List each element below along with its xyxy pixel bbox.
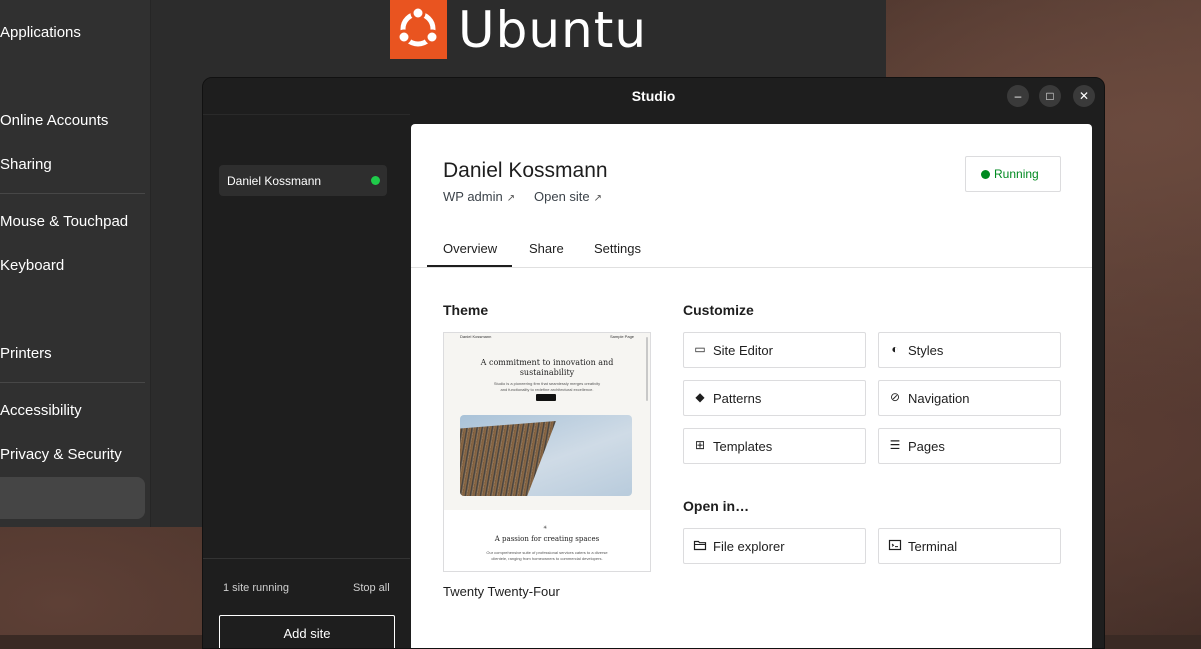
- settings-item-applications[interactable]: Applications: [0, 24, 145, 41]
- file-explorer-button[interactable]: File explorer: [683, 528, 866, 564]
- preview-asterisk-icon: ✳: [543, 525, 548, 531]
- settings-item-printers[interactable]: Printers: [0, 345, 145, 362]
- open-site-label: Open site: [534, 189, 590, 204]
- site-running-indicator: [371, 176, 380, 185]
- sidebar-footer-divider: [203, 558, 410, 559]
- ubuntu-logo-icon: [390, 0, 447, 59]
- compass-icon: ⊘: [889, 390, 901, 404]
- studio-window: Studio – □ ✕ Daniel Kossmann 1 site runn…: [202, 77, 1105, 649]
- theme-preview[interactable]: Daniel Kossmann Sample Page A commitment…: [443, 332, 651, 572]
- maximize-button[interactable]: □: [1039, 85, 1061, 107]
- tab-divider: [411, 267, 1092, 268]
- sidebar-site-name: Daniel Kossmann: [227, 174, 322, 188]
- running-status-label: Running: [994, 167, 1039, 181]
- laptop-icon: ▭: [694, 342, 706, 356]
- open-site-link[interactable]: Open site ↗: [534, 189, 602, 204]
- sidebar-site-item[interactable]: Daniel Kossmann: [219, 165, 387, 196]
- contrast-icon: ◐: [891, 342, 899, 356]
- templates-button[interactable]: ⊞ Templates: [683, 428, 866, 464]
- settings-sidebar-selected-item[interactable]: [0, 477, 145, 519]
- terminal-button[interactable]: Terminal: [878, 528, 1061, 564]
- open-in-heading: Open in…: [683, 498, 750, 514]
- settings-item-keyboard[interactable]: Keyboard: [0, 257, 145, 274]
- navigation-label: Navigation: [908, 391, 970, 406]
- preview-subheading: A passion for creating spaces: [494, 535, 600, 543]
- preview-nav-link: Sample Page: [610, 334, 635, 339]
- settings-item-sharing[interactable]: Sharing: [0, 156, 145, 173]
- settings-item-accessibility[interactable]: Accessibility: [0, 402, 145, 419]
- title-bar[interactable]: Studio – □ ✕: [203, 78, 1104, 114]
- window-title: Studio: [631, 88, 676, 104]
- tab-share[interactable]: Share: [529, 241, 564, 256]
- theme-heading: Theme: [443, 302, 489, 318]
- running-status-button[interactable]: Running: [965, 156, 1061, 192]
- site-overview-panel: Daniel Kossmann WP admin ↗ Open site ↗ Run…: [411, 124, 1092, 648]
- add-site-button[interactable]: Add site: [219, 615, 395, 648]
- close-button[interactable]: ✕: [1073, 85, 1095, 107]
- styles-label: Styles: [908, 343, 944, 358]
- pages-label: Pages: [908, 439, 945, 454]
- preview-body-text: Studio is a pioneering firm that seamles…: [493, 381, 601, 392]
- preview-button: [536, 394, 556, 401]
- settings-item-privacy-security[interactable]: Privacy & Security: [0, 446, 145, 463]
- minimize-button[interactable]: –: [1007, 85, 1029, 107]
- preview-headline: A commitment to innovation and sustainab…: [480, 358, 614, 377]
- file-explorer-label: File explorer: [713, 539, 785, 554]
- settings-sidebar: Applications Online Accounts Sharing Mou…: [0, 0, 151, 527]
- layout-icon: ⊞: [694, 438, 706, 452]
- patterns-button[interactable]: ◆ Patterns: [683, 380, 866, 416]
- folder-icon: [693, 538, 707, 552]
- preview-scrollbar: [646, 337, 648, 401]
- site-title: Daniel Kossmann: [443, 159, 608, 182]
- customize-heading: Customize: [683, 302, 754, 318]
- stop-all-button[interactable]: Stop all: [353, 582, 390, 594]
- wp-admin-link[interactable]: WP admin ↗: [443, 189, 515, 204]
- theme-name: Twenty Twenty-Four: [443, 584, 560, 599]
- navigation-button[interactable]: ⊘ Navigation: [878, 380, 1061, 416]
- wp-admin-label: WP admin: [443, 189, 503, 204]
- settings-item-online-accounts[interactable]: Online Accounts: [0, 112, 145, 129]
- preview-lower-section: ✳ A passion for creating spaces Our comp…: [444, 510, 650, 571]
- settings-separator: [0, 382, 145, 383]
- preview-building-image: [460, 415, 632, 496]
- preview-site-name: Daniel Kossmann: [460, 334, 492, 339]
- minimize-icon: –: [1014, 89, 1022, 103]
- external-link-icon: ↗: [593, 193, 603, 204]
- terminal-label: Terminal: [908, 539, 958, 554]
- tab-overview[interactable]: Overview: [443, 241, 497, 256]
- patterns-label: Patterns: [713, 391, 762, 406]
- templates-label: Templates: [713, 439, 773, 454]
- running-count-text: 1 site running: [223, 582, 290, 594]
- settings-separator: [0, 193, 145, 194]
- external-link-icon: ↗: [506, 193, 516, 204]
- running-dot-icon: [981, 170, 990, 179]
- page-icon: ☰: [889, 438, 901, 452]
- diamond-icon: ◆: [695, 390, 705, 404]
- styles-button[interactable]: ◐ Styles: [878, 332, 1061, 368]
- preview-building-shape: [460, 421, 556, 496]
- terminal-icon: [888, 538, 902, 552]
- maximize-icon: □: [1046, 89, 1054, 103]
- site-editor-button[interactable]: ▭ Site Editor: [683, 332, 866, 368]
- close-icon: ✕: [1078, 89, 1090, 103]
- sites-sidebar: Daniel Kossmann 1 site running Stop all …: [203, 114, 410, 648]
- tab-settings[interactable]: Settings: [594, 241, 641, 256]
- ubuntu-wordmark: Ubuntu: [458, 1, 648, 59]
- preview-sub-body-text: Our comprehensive suite of professional …: [486, 550, 608, 561]
- settings-item-mouse-touchpad[interactable]: Mouse & Touchpad: [0, 213, 145, 230]
- pages-button[interactable]: ☰ Pages: [878, 428, 1061, 464]
- site-editor-label: Site Editor: [713, 343, 773, 358]
